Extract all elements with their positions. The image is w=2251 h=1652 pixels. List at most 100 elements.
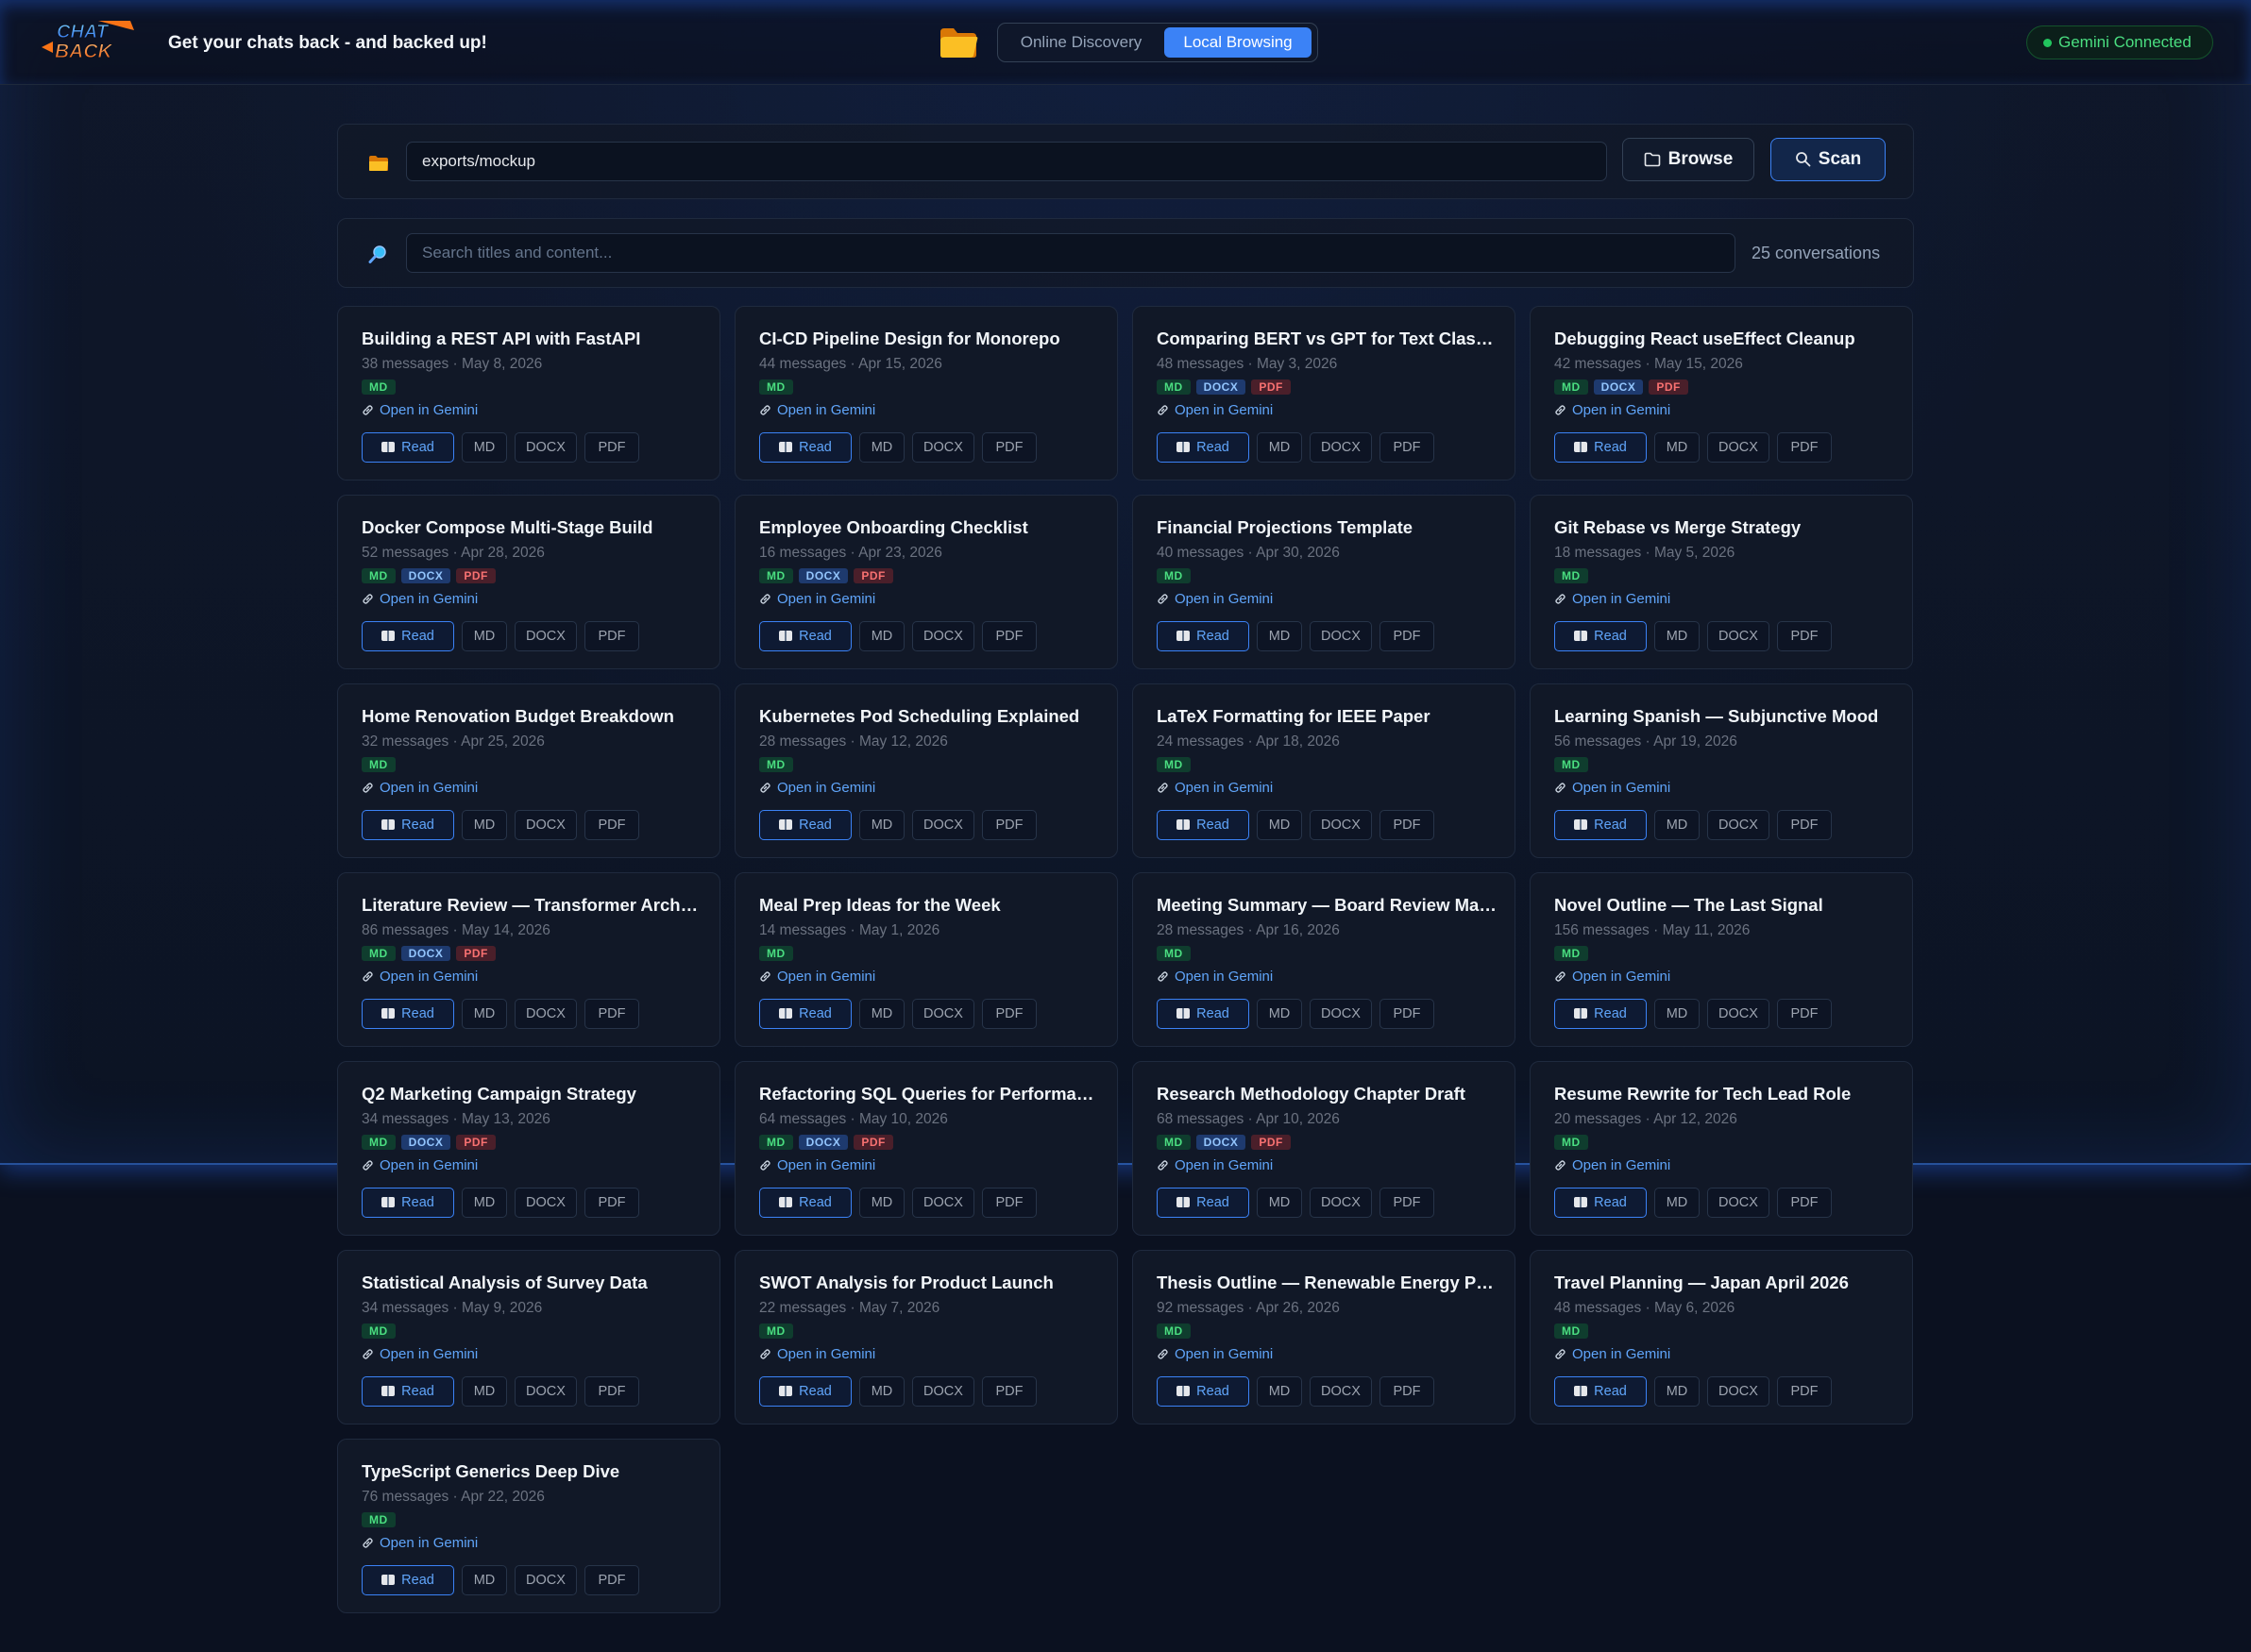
export-docx-button[interactable]: DOCX <box>1707 810 1769 840</box>
export-pdf-button[interactable]: PDF <box>1379 1376 1434 1407</box>
export-pdf-button[interactable]: PDF <box>584 432 639 463</box>
conversation-title[interactable]: Git Rebase vs Merge Strategy <box>1554 517 1894 538</box>
export-docx-button[interactable]: DOCX <box>1707 621 1769 651</box>
conversation-title[interactable]: Novel Outline — The Last Signal <box>1554 895 1894 916</box>
export-pdf-button[interactable]: PDF <box>1777 810 1832 840</box>
export-md-button[interactable]: MD <box>462 999 507 1029</box>
export-docx-button[interactable]: DOCX <box>515 1188 577 1218</box>
export-md-button[interactable]: MD <box>462 1188 507 1218</box>
export-md-button[interactable]: MD <box>859 1376 905 1407</box>
export-pdf-button[interactable]: PDF <box>1777 621 1832 651</box>
export-md-button[interactable]: MD <box>1654 810 1700 840</box>
conversation-title[interactable]: TypeScript Generics Deep Dive <box>362 1461 702 1482</box>
read-button[interactable]: Read <box>362 1188 454 1218</box>
conversation-title[interactable]: Meal Prep Ideas for the Week <box>759 895 1099 916</box>
export-docx-button[interactable]: DOCX <box>912 1376 974 1407</box>
export-docx-button[interactable]: DOCX <box>515 999 577 1029</box>
read-button[interactable]: Read <box>362 432 454 463</box>
conversation-title[interactable]: Resume Rewrite for Tech Lead Role <box>1554 1084 1894 1104</box>
export-md-button[interactable]: MD <box>1654 1376 1700 1407</box>
read-button[interactable]: Read <box>1554 1376 1647 1407</box>
export-md-button[interactable]: MD <box>859 1188 905 1218</box>
open-in-gemini-link[interactable]: Open in Gemini <box>1554 1157 1670 1173</box>
export-md-button[interactable]: MD <box>1257 1376 1302 1407</box>
export-md-button[interactable]: MD <box>1654 621 1700 651</box>
scan-button[interactable]: Scan <box>1770 138 1886 181</box>
open-in-gemini-link[interactable]: Open in Gemini <box>1554 591 1670 607</box>
export-md-button[interactable]: MD <box>1257 432 1302 463</box>
read-button[interactable]: Read <box>1554 621 1647 651</box>
conversation-title[interactable]: LaTeX Formatting for IEEE Paper <box>1157 706 1497 727</box>
browse-button[interactable]: Browse <box>1622 138 1754 181</box>
export-md-button[interactable]: MD <box>859 999 905 1029</box>
conversation-title[interactable]: Docker Compose Multi-Stage Build <box>362 517 702 538</box>
conversation-title[interactable]: Comparing BERT vs GPT for Text Classif..… <box>1157 329 1497 349</box>
read-button[interactable]: Read <box>362 1565 454 1595</box>
conversation-title[interactable]: Travel Planning — Japan April 2026 <box>1554 1273 1894 1293</box>
open-in-gemini-link[interactable]: Open in Gemini <box>1554 402 1670 418</box>
export-docx-button[interactable]: DOCX <box>1707 432 1769 463</box>
export-md-button[interactable]: MD <box>462 432 507 463</box>
open-in-gemini-link[interactable]: Open in Gemini <box>1157 1346 1273 1362</box>
read-button[interactable]: Read <box>1554 810 1647 840</box>
export-pdf-button[interactable]: PDF <box>982 432 1037 463</box>
export-docx-button[interactable]: DOCX <box>515 1376 577 1407</box>
read-button[interactable]: Read <box>362 999 454 1029</box>
export-docx-button[interactable]: DOCX <box>1707 999 1769 1029</box>
export-pdf-button[interactable]: PDF <box>584 1188 639 1218</box>
export-docx-button[interactable]: DOCX <box>515 1565 577 1595</box>
export-docx-button[interactable]: DOCX <box>1310 621 1372 651</box>
conversation-title[interactable]: Employee Onboarding Checklist <box>759 517 1099 538</box>
conversation-title[interactable]: Building a REST API with FastAPI <box>362 329 702 349</box>
export-pdf-button[interactable]: PDF <box>982 810 1037 840</box>
conversation-title[interactable]: Kubernetes Pod Scheduling Explained <box>759 706 1099 727</box>
open-in-gemini-link[interactable]: Open in Gemini <box>1554 969 1670 985</box>
conversation-title[interactable]: Financial Projections Template <box>1157 517 1497 538</box>
read-button[interactable]: Read <box>1157 432 1249 463</box>
read-button[interactable]: Read <box>759 432 852 463</box>
export-md-button[interactable]: MD <box>1257 810 1302 840</box>
open-in-gemini-link[interactable]: Open in Gemini <box>1554 780 1670 796</box>
read-button[interactable]: Read <box>1554 1188 1647 1218</box>
export-docx-button[interactable]: DOCX <box>1707 1188 1769 1218</box>
export-pdf-button[interactable]: PDF <box>982 1376 1037 1407</box>
conversation-title[interactable]: Statistical Analysis of Survey Data <box>362 1273 702 1293</box>
export-docx-button[interactable]: DOCX <box>912 621 974 651</box>
export-pdf-button[interactable]: PDF <box>1777 999 1832 1029</box>
read-button[interactable]: Read <box>759 621 852 651</box>
export-pdf-button[interactable]: PDF <box>584 1376 639 1407</box>
open-in-gemini-link[interactable]: Open in Gemini <box>362 1157 478 1173</box>
export-md-button[interactable]: MD <box>859 432 905 463</box>
export-md-button[interactable]: MD <box>462 810 507 840</box>
folder-path-input[interactable] <box>406 142 1607 181</box>
conversation-title[interactable]: Learning Spanish — Subjunctive Mood <box>1554 706 1894 727</box>
export-pdf-button[interactable]: PDF <box>584 999 639 1029</box>
export-docx-button[interactable]: DOCX <box>1310 1188 1372 1218</box>
export-docx-button[interactable]: DOCX <box>912 999 974 1029</box>
export-docx-button[interactable]: DOCX <box>1310 1376 1372 1407</box>
conversation-title[interactable]: Thesis Outline — Renewable Energy Poli..… <box>1157 1273 1497 1293</box>
conversation-title[interactable]: Meeting Summary — Board Review March <box>1157 895 1497 916</box>
export-pdf-button[interactable]: PDF <box>1379 432 1434 463</box>
conversation-title[interactable]: Q2 Marketing Campaign Strategy <box>362 1084 702 1104</box>
conversation-title[interactable]: Debugging React useEffect Cleanup <box>1554 329 1894 349</box>
open-in-gemini-link[interactable]: Open in Gemini <box>759 969 875 985</box>
export-pdf-button[interactable]: PDF <box>1379 621 1434 651</box>
export-pdf-button[interactable]: PDF <box>584 810 639 840</box>
export-docx-button[interactable]: DOCX <box>515 432 577 463</box>
read-button[interactable]: Read <box>362 621 454 651</box>
export-pdf-button[interactable]: PDF <box>982 1188 1037 1218</box>
export-md-button[interactable]: MD <box>1257 1188 1302 1218</box>
export-md-button[interactable]: MD <box>462 1376 507 1407</box>
tab-local-browsing[interactable]: Local Browsing <box>1164 27 1312 58</box>
open-in-gemini-link[interactable]: Open in Gemini <box>1157 969 1273 985</box>
export-pdf-button[interactable]: PDF <box>1777 1376 1832 1407</box>
conversation-title[interactable]: Research Methodology Chapter Draft <box>1157 1084 1497 1104</box>
open-in-gemini-link[interactable]: Open in Gemini <box>759 780 875 796</box>
export-docx-button[interactable]: DOCX <box>1310 810 1372 840</box>
open-in-gemini-link[interactable]: Open in Gemini <box>362 1535 478 1551</box>
open-in-gemini-link[interactable]: Open in Gemini <box>1554 1346 1670 1362</box>
read-button[interactable]: Read <box>1157 999 1249 1029</box>
export-docx-button[interactable]: DOCX <box>912 432 974 463</box>
open-in-gemini-link[interactable]: Open in Gemini <box>759 591 875 607</box>
